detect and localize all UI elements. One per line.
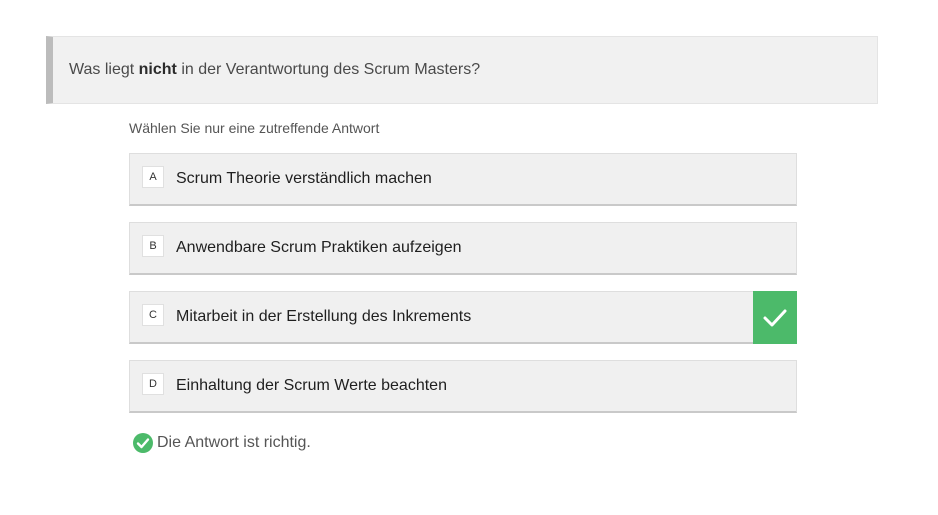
answer-instruction: Wählen Sie nur eine zutreffende Antwort (129, 120, 380, 136)
check-circle-icon (133, 433, 153, 453)
answer-letter: B (142, 235, 164, 257)
answer-text: Anwendbare Scrum Praktiken aufzeigen (176, 239, 462, 256)
answer-list: A Scrum Theorie verständlich machen B An… (129, 153, 797, 429)
question-suffix: in der Verantwortung des Scrum Masters? (176, 61, 481, 78)
answer-option-d[interactable]: D Einhaltung der Scrum Werte beachten (129, 360, 797, 413)
answer-letter: C (142, 304, 164, 326)
quiz-page: Was liegt nicht in der Verantwortung des… (0, 0, 938, 515)
answer-option-b[interactable]: B Anwendbare Scrum Praktiken aufzeigen (129, 222, 797, 275)
question-emphasis: nicht (138, 61, 177, 78)
feedback-message: Die Antwort ist richtig. (133, 433, 311, 453)
feedback-text: Die Antwort ist richtig. (157, 434, 311, 451)
question-prefix: Was liegt (69, 61, 139, 78)
answer-option-c[interactable]: C Mitarbeit in der Erstellung des Inkrem… (129, 291, 797, 344)
question-text: Was liegt nicht in der Verantwortung des… (69, 61, 480, 79)
selected-check-icon (753, 291, 797, 344)
answer-text: Einhaltung der Scrum Werte beachten (176, 377, 447, 394)
answer-letter: A (142, 166, 164, 188)
question-box: Was liegt nicht in der Verantwortung des… (46, 36, 878, 104)
answer-text: Scrum Theorie verständlich machen (176, 170, 432, 187)
answer-text: Mitarbeit in der Erstellung des Inkremen… (176, 308, 472, 325)
answer-letter: D (142, 373, 164, 395)
answer-option-a[interactable]: A Scrum Theorie verständlich machen (129, 153, 797, 206)
